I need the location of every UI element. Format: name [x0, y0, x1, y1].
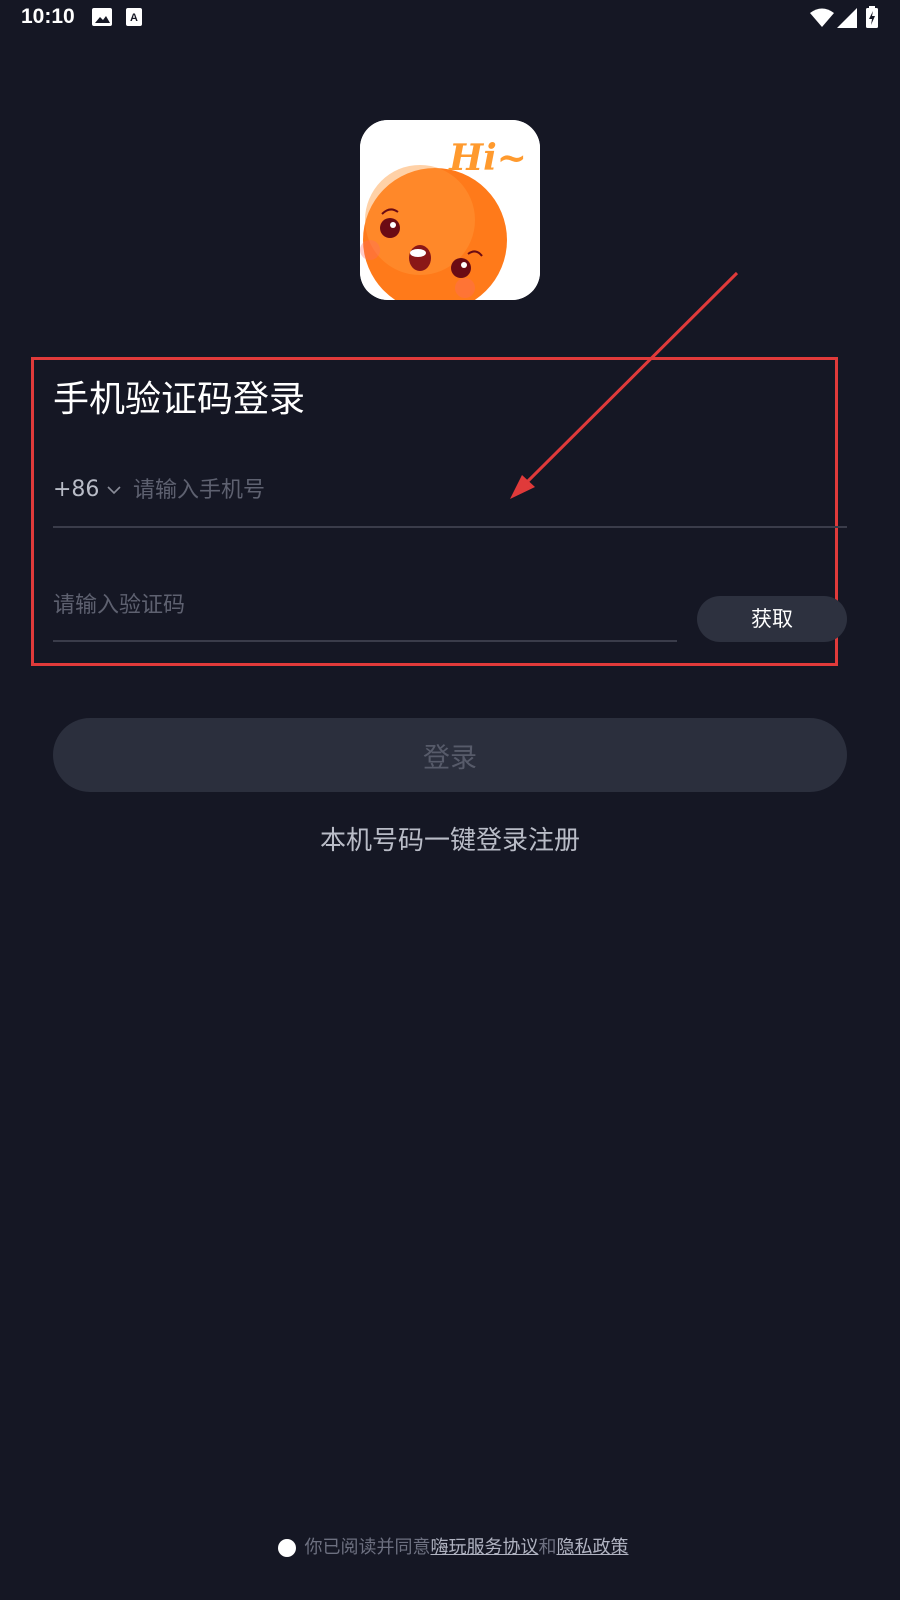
verification-code-input[interactable] — [53, 585, 653, 625]
agreement-row: 你已阅读并同意 嗨玩服务协议 和 隐私政策 — [0, 1535, 900, 1561]
page-title: 手机验证码登录 — [53, 379, 306, 420]
image-icon — [92, 8, 112, 26]
country-code-selector[interactable]: +86 — [53, 475, 122, 505]
wifi-icon — [810, 8, 834, 27]
phone-input-divider — [53, 526, 847, 528]
one-click-login-link[interactable]: 本机号码一键登录注册 — [0, 823, 900, 859]
orange-mascot-logo: Hi~ — [360, 120, 540, 300]
privacy-policy-link[interactable]: 隐私政策 — [557, 1535, 629, 1561]
agreement-prefix: 你已阅读并同意 — [304, 1537, 431, 1558]
country-code-label: +86 — [53, 477, 100, 502]
a-icon: A — [126, 8, 142, 26]
svg-text:A: A — [130, 12, 138, 24]
signal-icon — [837, 8, 857, 28]
logo-text: Hi~ — [448, 137, 527, 179]
chevron-down-icon — [107, 486, 122, 495]
agreement-checkbox[interactable] — [277, 1539, 296, 1557]
status-bar: 10:10 A — [0, 0, 900, 40]
code-input-divider — [53, 640, 677, 642]
agreement-connector: 和 — [538, 1537, 557, 1558]
login-screen: 10:10 A Hi~ 手机验证码登录 +86 请输入手机号 请输入验证码 获取… — [0, 0, 900, 1600]
get-code-button[interactable]: 获取 — [697, 596, 847, 642]
login-button[interactable]: 登录 — [53, 718, 847, 792]
app-logo: Hi~ — [360, 120, 540, 300]
phone-input[interactable] — [133, 470, 833, 510]
status-time: 10:10 — [21, 5, 75, 28]
service-agreement-link[interactable]: 嗨玩服务协议 — [431, 1535, 539, 1561]
battery-icon — [866, 6, 878, 28]
